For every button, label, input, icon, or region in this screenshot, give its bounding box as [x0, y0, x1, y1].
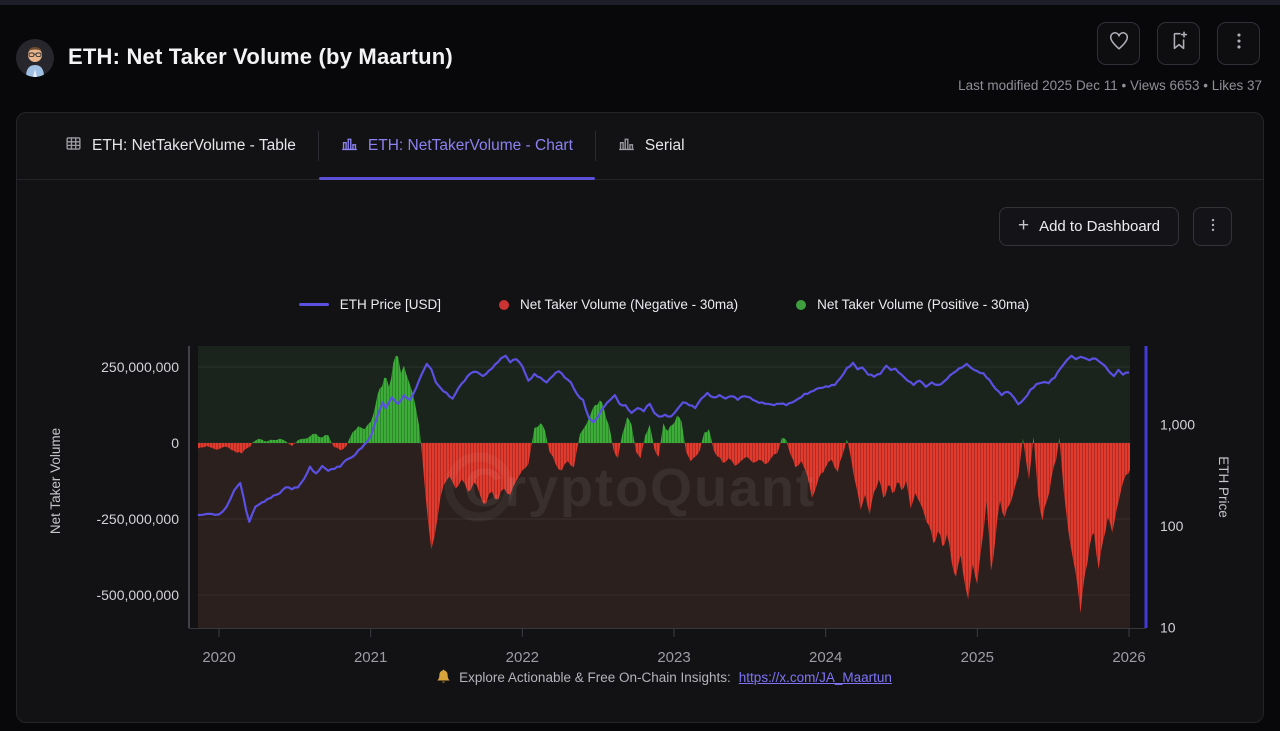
tab-label: Serial [645, 137, 685, 155]
meta-info: Last modified 2025 Dec 11 • Views 6653 •… [958, 78, 1262, 93]
dot-swatch-icon [499, 300, 509, 310]
x-axis-tick-label: 2020 [202, 649, 235, 666]
x-axis-tick-label: 2026 [1112, 649, 1145, 666]
chart-more-button[interactable] [1193, 207, 1232, 246]
heart-icon [1108, 30, 1130, 57]
toolbar: + Add to Dashboard [999, 207, 1232, 246]
tab-label: ETH: NetTakerVolume - Table [92, 137, 296, 155]
x-axis-tick-label: 2023 [657, 649, 690, 666]
line-swatch-icon [299, 303, 329, 306]
dot-swatch-icon [796, 300, 806, 310]
legend-item-eth-price[interactable]: ETH Price [USD] [299, 297, 441, 312]
bookmark-add-button[interactable] [1157, 22, 1200, 65]
legend-item-negative-volume[interactable]: Net Taker Volume (Negative - 30ma) [499, 297, 738, 312]
bookmark-plus-icon [1168, 30, 1190, 57]
legend-label: ETH Price [USD] [340, 297, 441, 312]
left-axis-tick-label: 0 [171, 435, 179, 451]
watermark: CryptoQuant [449, 457, 816, 518]
tab-bar: ETH: NetTakerVolume - Table ETH: NetTake… [17, 113, 1263, 180]
x-axis-tick-label: 2021 [354, 649, 387, 666]
tab-table[interactable]: ETH: NetTakerVolume - Table [43, 113, 318, 179]
favorite-button[interactable] [1097, 22, 1140, 65]
plus-icon: + [1018, 216, 1029, 235]
left-axis-tick-label: 250,000,000 [101, 359, 179, 375]
watermark-text: CryptoQuant [464, 458, 816, 518]
page-title: ETH: Net Taker Volume (by Maartun) [68, 44, 453, 70]
left-axis-tick-label: -500,000,000 [96, 587, 179, 603]
chart-footer: Explore Actionable & Free On-Chain Insig… [188, 669, 1140, 685]
legend-label: Net Taker Volume (Negative - 30ma) [520, 297, 738, 312]
footer-link[interactable]: https://x.com/JA_Maartun [739, 670, 892, 685]
x-axis-tick-label: 2025 [961, 649, 994, 666]
footer-text: Explore Actionable & Free On-Chain Insig… [459, 670, 731, 685]
legend-label: Net Taker Volume (Positive - 30ma) [817, 297, 1029, 312]
table-icon [65, 135, 82, 157]
page: { "header": { "title": "ETH: Net Taker V… [0, 0, 1280, 731]
x-axis-tick-label: 2024 [809, 649, 842, 666]
header-more-button[interactable] [1217, 22, 1260, 65]
x-axis-tick-label: 2022 [506, 649, 539, 666]
top-strip [0, 0, 1280, 5]
tab-chart[interactable]: ETH: NetTakerVolume - Chart [319, 113, 595, 179]
bell-icon [436, 669, 451, 685]
left-axis-title: Net Taker Volume [48, 428, 63, 534]
tab-serial[interactable]: Serial [596, 113, 707, 179]
kebab-icon [1228, 30, 1250, 57]
chart-legend: ETH Price [USD] Net Taker Volume (Negati… [198, 297, 1130, 312]
bar-chart-icon [341, 135, 358, 157]
add-to-dashboard-button[interactable]: + Add to Dashboard [999, 207, 1179, 246]
left-axis-tick-label: -250,000,000 [96, 511, 179, 527]
avatar-illustration [16, 39, 54, 77]
avatar [16, 39, 54, 77]
bar-chart-icon [618, 135, 635, 157]
header-actions [1097, 22, 1260, 65]
legend-item-positive-volume[interactable]: Net Taker Volume (Positive - 30ma) [796, 297, 1029, 312]
right-axis-title: ETH Price [1216, 456, 1231, 518]
add-to-dashboard-label: Add to Dashboard [1039, 218, 1160, 235]
right-axis-tick-label: 1,000 [1160, 417, 1195, 433]
chart-canvas[interactable]: CryptoQuant 2020 2021 2022 2023 2024 2025 2026 2… [0, 336, 1280, 672]
right-axis-tick-label: 100 [1160, 518, 1184, 534]
right-axis-tick-label: 10 [1160, 620, 1176, 636]
kebab-icon [1204, 216, 1222, 238]
tab-label: ETH: NetTakerVolume - Chart [368, 137, 573, 155]
